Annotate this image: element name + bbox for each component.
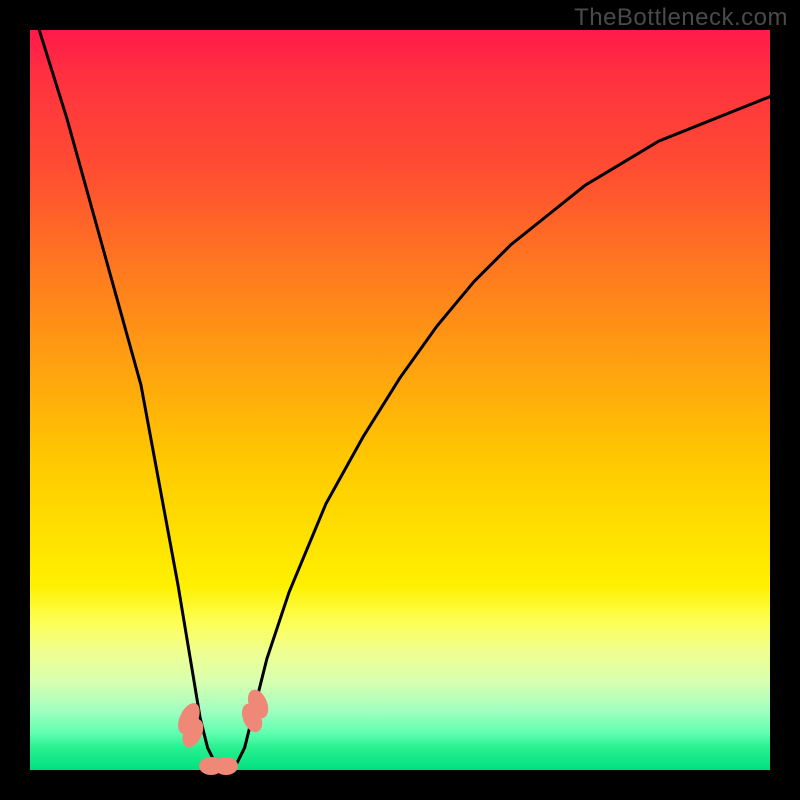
highlight-blob: [214, 757, 238, 775]
bottleneck-curve: [0, 0, 800, 800]
attribution-text: TheBottleneck.com: [574, 4, 788, 32]
curve-path: [30, 0, 770, 770]
chart-frame: TheBottleneck.com: [0, 0, 800, 800]
